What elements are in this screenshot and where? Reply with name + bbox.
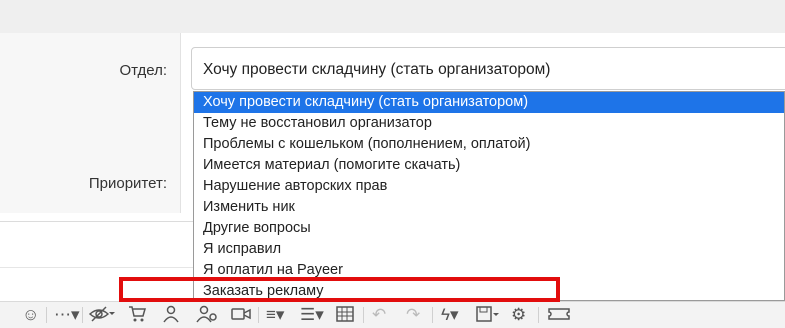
dropdown-option[interactable]: Имеется материал (помогите скачать) (194, 155, 784, 176)
hide-icon[interactable] (88, 305, 115, 328)
department-select[interactable]: Хочу провести складчину (стать организат… (191, 47, 785, 90)
department-dropdown-list: Хочу провести складчину (стать организат… (193, 91, 785, 301)
emoji-icon[interactable]: ☺ (22, 305, 39, 325)
redo-icon[interactable]: ↷ (406, 305, 420, 325)
more-icon[interactable]: ⋯▾ (54, 305, 80, 325)
users-icon[interactable] (196, 305, 218, 328)
video-icon[interactable] (231, 305, 251, 328)
user-icon[interactable] (162, 305, 180, 328)
highlight-box (119, 277, 560, 302)
save-icon[interactable] (476, 305, 500, 328)
cart-icon[interactable] (128, 305, 146, 328)
editor-toolbar: ☺ ⋯▾ ≡▾ ☰▾ ↶ ↷ ϟ▾ ⚙ (0, 301, 785, 328)
top-bar (0, 0, 785, 33)
dropdown-option[interactable]: Проблемы с кошельком (пополнением, оплат… (194, 134, 784, 155)
department-label: Отдел: (119, 62, 167, 79)
dropdown-option[interactable]: Хочу провести складчину (стать организат… (194, 92, 784, 113)
ticket-icon[interactable] (548, 305, 570, 328)
dropdown-option[interactable]: Я исправил (194, 239, 784, 260)
dropdown-option[interactable]: Тему не восстановил организатор (194, 113, 784, 134)
priority-label: Приоритет: (88, 175, 167, 192)
gear-icon[interactable]: ⚙ (511, 305, 526, 325)
list-icon[interactable]: ☰▾ (300, 305, 324, 325)
table-icon[interactable] (336, 305, 354, 328)
dropdown-option[interactable]: Другие вопросы (194, 218, 784, 239)
dropdown-option[interactable]: Изменить ник (194, 197, 784, 218)
dropdown-option[interactable]: Нарушение авторских прав (194, 176, 784, 197)
undo-icon[interactable]: ↶ (372, 305, 386, 325)
align-icon[interactable]: ≡▾ (266, 305, 284, 325)
flash-icon[interactable]: ϟ▾ (441, 305, 459, 325)
